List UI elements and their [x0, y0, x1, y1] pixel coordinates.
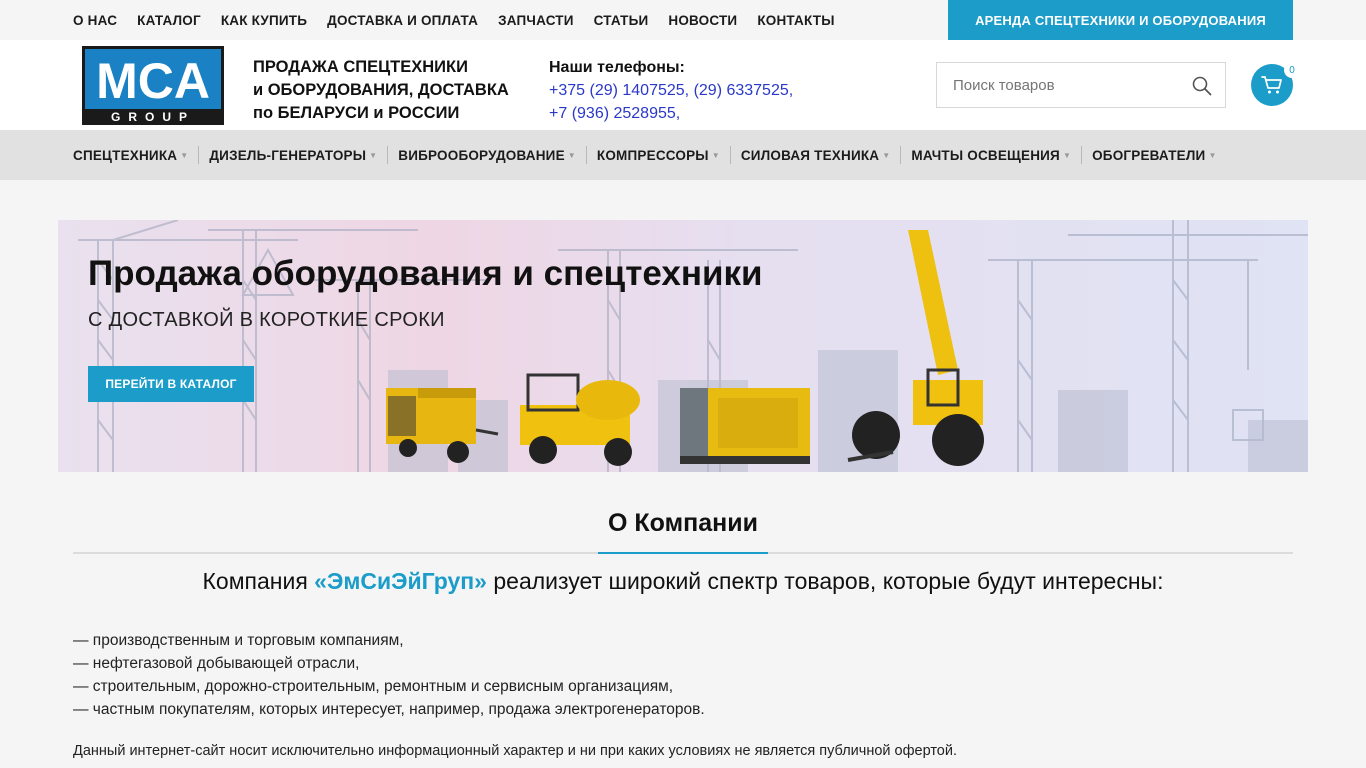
top-nav-delivery[interactable]: ДОСТАВКА И ОПЛАТА [327, 13, 478, 28]
tagline-line: и ОБОРУДОВАНИЯ, ДОСТАВКА [253, 81, 509, 99]
phone-link[interactable]: +375 (29) 1407525, (29) 6337525, [549, 79, 793, 102]
list-item: — нефтегазовой добывающей отрасли, [73, 655, 360, 672]
search-box [936, 62, 1226, 108]
logo-sub: GROUP [111, 110, 195, 124]
phones-block: Наши телефоны: +375 (29) 1407525, (29) 6… [549, 56, 793, 125]
tagline-line: ПРОДАЖА СПЕЦТЕХНИКИ [253, 58, 468, 76]
divider [1081, 146, 1083, 164]
hero-banner[interactable]: Продажа оборудования и спецтехники С ДОС… [58, 220, 1308, 472]
tagline: ПРОДАЖА СПЕЦТЕХНИКИ и ОБОРУДОВАНИЯ, ДОСТ… [253, 56, 509, 125]
divider [387, 146, 389, 164]
cat-label: СИЛОВАЯ ТЕХНИКА [740, 147, 880, 163]
phone-link[interactable]: +7 (936) 2528955, [549, 102, 793, 125]
phones-title: Наши телефоны: [549, 59, 685, 76]
search-icon[interactable] [1191, 75, 1213, 97]
top-nav-parts[interactable]: ЗАПЧАСТИ [498, 13, 574, 28]
top-nav-articles[interactable]: СТАТЬИ [594, 13, 649, 28]
disclaimer-text: Данный интернет-сайт носит исключительно… [73, 743, 958, 759]
cart-count-badge: 0 [1284, 62, 1300, 78]
top-nav-about[interactable]: О НАС [73, 13, 117, 28]
cat-light-towers[interactable]: МАЧТЫ ОСВЕЩЕНИЯ ▼ [911, 148, 1071, 163]
cat-label: ОБОГРЕВАТЕЛИ [1092, 147, 1206, 163]
cat-compressors[interactable]: КОМПРЕССОРЫ ▼ [597, 148, 720, 163]
site-header: MCA GROUP ПРОДАЖА СПЕЦТЕХНИКИ и ОБОРУДОВ… [0, 40, 1366, 130]
chevron-down-icon: ▼ [1062, 150, 1072, 160]
cart-icon [1261, 76, 1282, 94]
lead-text: Компания [202, 568, 315, 594]
tagline-line: по БЕЛАРУСИ и РОССИИ [253, 104, 460, 122]
list-item: — производственным и торговым компаниям, [73, 632, 404, 649]
lead-text: реализует широкий спектр товаров, которы… [486, 568, 1164, 594]
brand-name: «ЭмСиЭйГруп» [314, 568, 487, 594]
cat-label: ВИБРООБОРУДОВАНИЕ [398, 147, 565, 163]
top-nav: О НАС КАТАЛОГ КАК КУПИТЬ ДОСТАВКА И ОПЛА… [73, 0, 855, 40]
chevron-down-icon: ▼ [567, 150, 576, 160]
chevron-down-icon: ▼ [711, 150, 720, 160]
about-lead: Компания «ЭмСиЭйГруп» реализует широкий … [0, 568, 1366, 595]
cat-special-equipment[interactable]: СПЕЦТЕХНИКА ▼ [73, 148, 188, 163]
top-nav-how-to-buy[interactable]: КАК КУПИТЬ [221, 13, 307, 28]
cat-diesel-generators[interactable]: ДИЗЕЛЬ-ГЕНЕРАТОРЫ ▼ [209, 148, 377, 163]
chevron-down-icon: ▼ [369, 150, 378, 160]
list-item: — частным покупателям, которых интересуе… [73, 701, 705, 718]
cat-label: КОМПРЕССОРЫ [596, 147, 709, 163]
cat-label: ДИЗЕЛЬ-ГЕНЕРАТОРЫ [209, 147, 367, 163]
cat-heaters[interactable]: ОБОГРЕВАТЕЛИ ▼ [1092, 148, 1216, 163]
divider [900, 146, 902, 164]
logo[interactable]: MCA GROUP [82, 46, 224, 125]
chevron-down-icon: ▼ [1208, 150, 1217, 160]
top-nav-news[interactable]: НОВОСТИ [668, 13, 737, 28]
cat-power-equipment[interactable]: СИЛОВАЯ ТЕХНИКА ▼ [741, 148, 891, 163]
go-to-catalog-button[interactable]: ПЕРЕЙТИ В КАТАЛОГ [88, 366, 254, 402]
divider [585, 146, 587, 164]
chevron-down-icon: ▼ [882, 150, 891, 160]
divider [729, 146, 731, 164]
list-item: — строительным, дорожно-строительным, ре… [73, 678, 674, 695]
divider [198, 146, 200, 164]
cat-label: МАЧТЫ ОСВЕЩЕНИЯ [911, 147, 1060, 163]
top-bar: О НАС КАТАЛОГ КАК КУПИТЬ ДОСТАВКА И ОПЛА… [0, 0, 1366, 40]
top-nav-catalog[interactable]: КАТАЛОГ [137, 13, 201, 28]
about-title: О Компании [608, 509, 758, 537]
logo-letters: MCA [96, 53, 210, 109]
hero-title: Продажа оборудования и спецтехники [88, 254, 763, 293]
audience-list: — производственным и торговым компаниям,… [73, 629, 705, 721]
hero-subtitle: С ДОСТАВКОЙ В КОРОТКИЕ СРОКИ [88, 309, 445, 331]
cat-vibration[interactable]: ВИБРООБОРУДОВАНИЕ ▼ [398, 148, 576, 163]
cat-label: СПЕЦТЕХНИКА [73, 147, 178, 163]
title-underline [598, 552, 768, 554]
rent-button[interactable]: АРЕНДА СПЕЦТЕХНИКИ И ОБОРУДОВАНИЯ [948, 0, 1293, 40]
top-nav-contacts[interactable]: КОНТАКТЫ [757, 13, 834, 28]
chevron-down-icon: ▼ [180, 150, 189, 160]
search-input[interactable] [937, 76, 1177, 94]
category-nav: СПЕЦТЕХНИКА ▼ ДИЗЕЛЬ-ГЕНЕРАТОРЫ ▼ ВИБРООБО… [0, 130, 1366, 180]
